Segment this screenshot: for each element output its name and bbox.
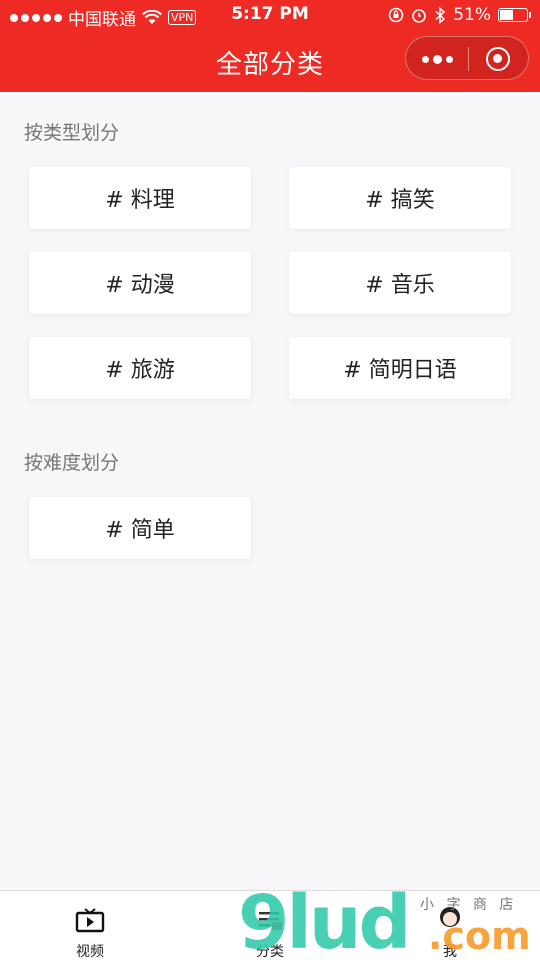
tab-categories[interactable]: 分类	[180, 891, 360, 960]
orientation-lock-icon	[388, 7, 404, 23]
more-options-button[interactable]	[406, 37, 468, 81]
tab-videos-label: 视频	[76, 944, 104, 960]
category-tag-cooking[interactable]: # 料理	[29, 167, 251, 229]
mini-program-capsule	[405, 36, 529, 80]
status-bar: 中国联通 VPN 5:17 PM 51%	[0, 0, 540, 30]
category-tag-basic-japanese[interactable]: # 简明日语	[289, 337, 511, 399]
bluetooth-icon	[435, 6, 446, 24]
section-title-by-difficulty: 按难度划分	[24, 452, 120, 474]
tab-me[interactable]: 我	[360, 891, 540, 960]
category-tag-comedy[interactable]: # 搞笑	[289, 167, 511, 229]
category-tag-easy[interactable]: # 简单	[29, 497, 251, 559]
close-mini-program-button[interactable]	[486, 47, 510, 71]
battery-percent: 51%	[453, 5, 491, 25]
section-title-by-type: 按类型划分	[24, 122, 120, 144]
category-tag-anime[interactable]: # 动漫	[29, 252, 251, 314]
status-right: 51%	[388, 5, 531, 25]
tv-play-icon	[75, 908, 105, 933]
user-avatar-icon	[440, 907, 460, 927]
category-tag-music[interactable]: # 音乐	[289, 252, 511, 314]
alarm-icon	[412, 9, 427, 23]
battery-icon	[498, 8, 531, 22]
tab-videos[interactable]: 视频	[0, 891, 180, 960]
category-list-icon	[259, 912, 282, 930]
category-tag-travel[interactable]: # 旅游	[29, 337, 251, 399]
capsule-divider	[468, 47, 469, 71]
tab-categories-label: 分类	[256, 944, 284, 960]
tab-me-label: 我	[443, 944, 457, 960]
tab-bar: 视频 分类 我	[0, 890, 540, 960]
battery-fill	[500, 10, 513, 20]
nav-bar: 全部分类	[0, 30, 540, 92]
